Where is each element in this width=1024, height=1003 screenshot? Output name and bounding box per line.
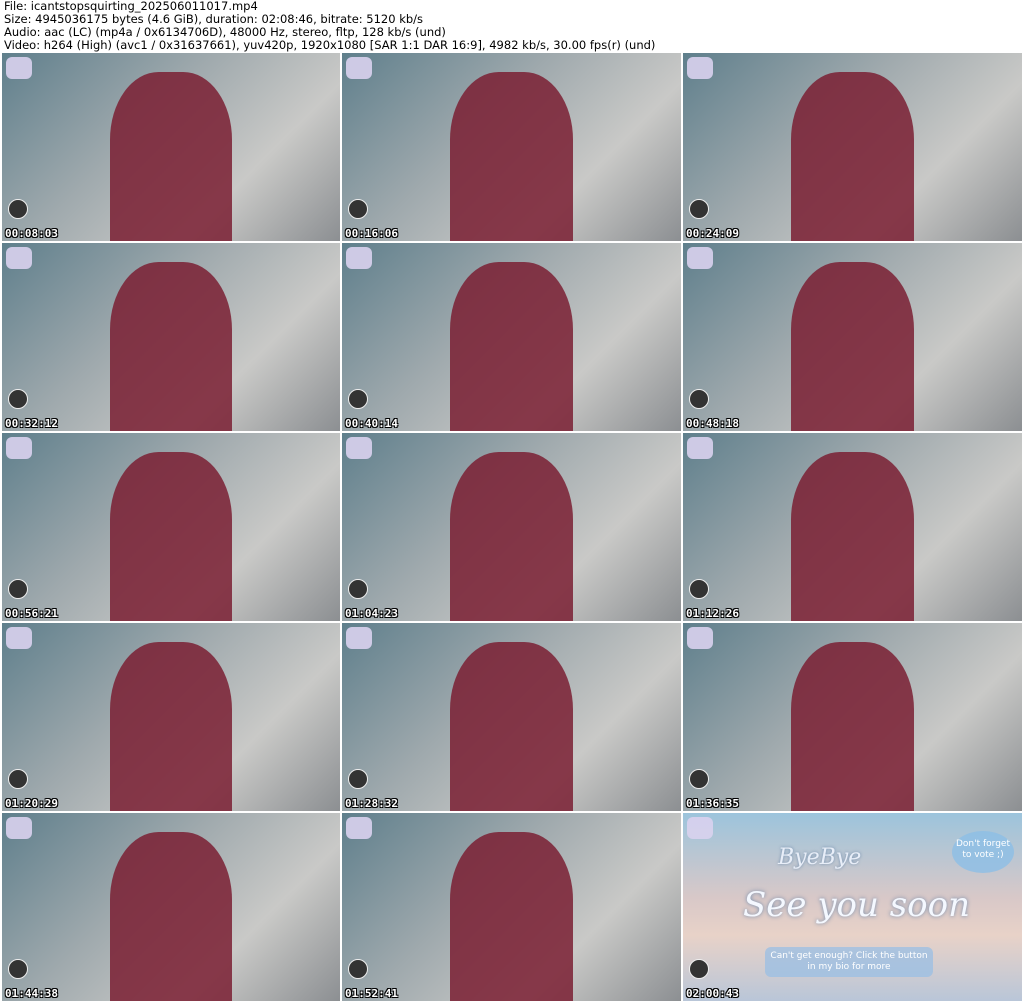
video-thumbnail: 01:44:38: [2, 813, 340, 1001]
thumbnail-frame: [110, 831, 232, 1001]
avatar-icon: [348, 959, 368, 979]
thumbnail-frame: [450, 451, 573, 621]
end-title: ByeBye: [778, 845, 862, 870]
video-thumbnail: 00:16:06: [342, 53, 681, 241]
video-thumbnail: 00:48:18: [683, 243, 1022, 431]
video-thumbnail: 00:08:03: [2, 53, 340, 241]
heart-badge-icon: [687, 57, 713, 79]
avatar-icon: [689, 199, 709, 219]
timestamp: 01:04:23: [345, 607, 398, 620]
timestamp: 01:20:29: [5, 797, 58, 810]
avatar-icon: [8, 579, 28, 599]
heart-badge-icon: [6, 247, 32, 269]
heart-badge-icon: [346, 437, 372, 459]
timestamp: 00:40:14: [345, 417, 398, 430]
video-thumbnail: 01:36:35: [683, 623, 1022, 811]
timestamp: 01:44:38: [5, 987, 58, 1000]
thumbnail-frame: [110, 641, 232, 811]
timestamp: 00:32:12: [5, 417, 58, 430]
video-thumbnail: 00:40:14: [342, 243, 681, 431]
thumbnail-frame: [791, 261, 914, 431]
timestamp: 01:36:35: [686, 797, 739, 810]
thumbnail-frame: [791, 451, 914, 621]
avatar-icon: [689, 769, 709, 789]
heart-badge-icon: [346, 817, 372, 839]
thumbnail-frame: [791, 641, 914, 811]
avatar-icon: [689, 389, 709, 409]
heart-badge-icon: [687, 627, 713, 649]
timestamp: 00:24:09: [686, 227, 739, 240]
avatar-icon: [8, 199, 28, 219]
thumbnail-frame: [110, 71, 232, 241]
thumbnail-frame: [110, 451, 232, 621]
timestamp: 00:56:21: [5, 607, 58, 620]
thumbnail-frame: [791, 71, 914, 241]
video-thumbnail: 00:24:09: [683, 53, 1022, 241]
thumbnail-frame: [450, 261, 573, 431]
heart-badge-icon: [6, 817, 32, 839]
video-thumbnail: 01:12:26: [683, 433, 1022, 621]
timestamp: 01:28:32: [345, 797, 398, 810]
timestamp: 00:16:06: [345, 227, 398, 240]
video-thumbnail: ByeBye See you soon Don't forget to vote ;…: [683, 813, 1022, 1001]
thumbnail-frame: [110, 261, 232, 431]
thumbnail-frame: [450, 641, 573, 811]
timestamp: 00:48:18: [686, 417, 739, 430]
video-thumbnail: 00:32:12: [2, 243, 340, 431]
vote-bubble: Don't forget to vote ;): [952, 831, 1014, 873]
avatar-icon: [8, 959, 28, 979]
end-subtitle: See you soon: [743, 885, 971, 925]
heart-badge-icon: [6, 57, 32, 79]
video-info: Video: h264 (High) (avc1 / 0x31637661), …: [4, 38, 656, 52]
thumbnail-frame: [450, 71, 573, 241]
avatar-icon: [689, 959, 709, 979]
avatar-icon: [348, 199, 368, 219]
timestamp: 01:12:26: [686, 607, 739, 620]
heart-badge-icon: [687, 437, 713, 459]
heart-badge-icon: [346, 57, 372, 79]
thumbnail-grid: 00:08:03 00:16:06 00:24:09 00:32:12 00:40:14…: [2, 53, 1022, 1001]
heart-badge-icon: [6, 437, 32, 459]
thumbnail-frame: [450, 831, 573, 1001]
video-thumbnail: 01:04:23: [342, 433, 681, 621]
timestamp: 01:52:41: [345, 987, 398, 1000]
file-info-header: File: icantstopsquirting_202506011017.mp…: [4, 0, 655, 52]
timestamp: 02:00:43: [686, 987, 739, 1000]
video-thumbnail: 01:20:29: [2, 623, 340, 811]
video-thumbnail: 01:52:41: [342, 813, 681, 1001]
avatar-icon: [348, 579, 368, 599]
video-thumbnail: 01:28:32: [342, 623, 681, 811]
heart-badge-icon: [6, 627, 32, 649]
avatar-icon: [348, 769, 368, 789]
avatar-icon: [8, 769, 28, 789]
avatar-icon: [8, 389, 28, 409]
heart-badge-icon: [346, 247, 372, 269]
timestamp: 00:08:03: [5, 227, 58, 240]
avatar-icon: [348, 389, 368, 409]
heart-badge-icon: [687, 247, 713, 269]
heart-badge-icon: [687, 817, 713, 839]
heart-badge-icon: [346, 627, 372, 649]
video-thumbnail: 00:56:21: [2, 433, 340, 621]
avatar-icon: [689, 579, 709, 599]
bio-message: Can't get enough? Click the button in my…: [765, 947, 933, 977]
